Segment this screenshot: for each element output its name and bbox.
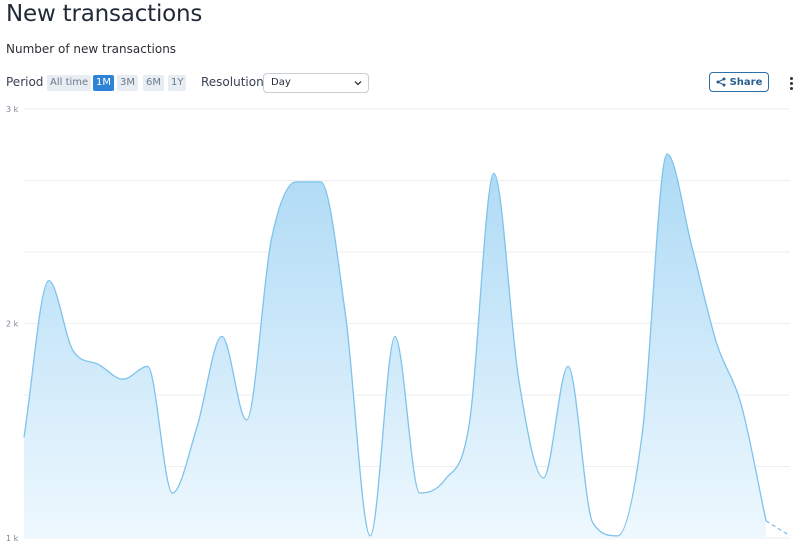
chart-toolbar: Period All time 1M 3M 6M 1Y Resolution D… [6, 72, 796, 94]
share-label: Share [729, 76, 763, 88]
chart-series [23, 153, 791, 538]
more-vertical-icon[interactable] [786, 73, 796, 93]
transactions-area-chart: 1 k 2 k 3 k [6, 105, 791, 543]
share-button[interactable]: Share [709, 72, 769, 92]
series-projection-line [765, 520, 791, 537]
chart-subtitle: Number of new transactions [6, 42, 177, 56]
resolution-select[interactable]: Day [263, 73, 369, 93]
y-axis: 1 k 2 k 3 k [6, 105, 19, 543]
series-area [24, 154, 766, 538]
share-icon [716, 77, 726, 87]
page-title: New transactions [6, 1, 203, 27]
resolution-label: Resolution [201, 75, 264, 89]
y-tick-label: 1 k [6, 534, 19, 543]
y-tick-label: 3 k [6, 105, 19, 114]
period-all-time-button[interactable]: All time [47, 75, 92, 91]
chevron-down-icon [354, 81, 362, 86]
y-tick-label: 2 k [6, 320, 19, 329]
period-6m-button[interactable]: 6M [143, 75, 164, 91]
period-1m-button[interactable]: 1M [93, 75, 114, 91]
resolution-value: Day [271, 77, 291, 88]
period-3m-button[interactable]: 3M [117, 75, 138, 91]
period-1y-button[interactable]: 1Y [168, 75, 187, 91]
period-label: Period [6, 75, 44, 89]
